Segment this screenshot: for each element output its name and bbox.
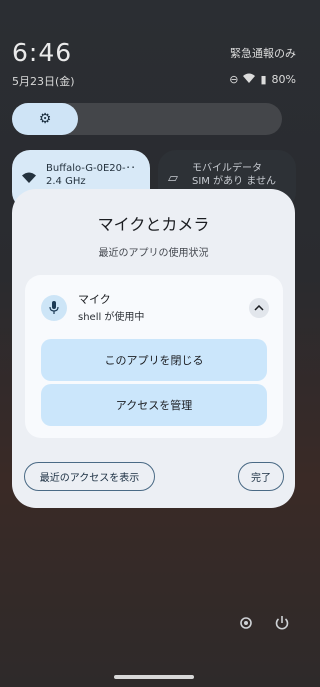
dnd-icon: ⊖ [229,73,239,86]
status-icons: ⊖ ▮ 80% [229,73,296,86]
brightness-slider[interactable]: ⚙ [12,103,282,135]
navigation-handle[interactable] [114,675,194,679]
status-time: 6:46 [12,38,73,67]
mobile-tile-status: SIM があり ません [192,176,276,187]
mic-icon [41,295,67,321]
wifi-tile-name: Buffalo-G-0E20-･･ [46,163,136,174]
battery-percent: 80% [271,73,296,86]
status-date: 5月23日(金) [12,75,75,88]
wifi-tile-band: 2.4 GHz [46,176,86,187]
no-sim-icon: ▱ [168,171,178,186]
brightness-icon: ⚙ [12,103,78,135]
emergency-calls-only: 緊急通報のみ [230,47,296,60]
gear-icon[interactable] [238,615,254,635]
battery-icon: ▮ [260,73,267,86]
usage-item-desc: shell が使用中 [78,312,145,323]
privacy-dialog: マイクとカメラ 最近のアプリの使用状況 マイク shell が使用中 このアプリ… [12,189,295,508]
dialog-title: マイクとカメラ [97,215,210,234]
power-icon[interactable] [274,615,290,635]
chevron-up-icon[interactable] [249,298,269,318]
recent-access-button[interactable]: 最近のアクセスを表示 [24,462,155,491]
done-button[interactable]: 完了 [238,462,284,491]
mobile-tile-title: モバイルデータ [192,163,262,174]
bottom-actions [238,615,290,635]
wifi-signal-icon [243,73,256,86]
usage-item-name: マイク [78,293,111,306]
usage-card: マイク shell が使用中 このアプリを閉じる アクセスを管理 [25,275,283,438]
wifi-icon [22,172,36,186]
dialog-subtitle: 最近のアプリの使用状況 [98,248,209,259]
manage-access-button[interactable]: アクセスを管理 [41,384,267,426]
close-app-button[interactable]: このアプリを閉じる [41,339,267,381]
